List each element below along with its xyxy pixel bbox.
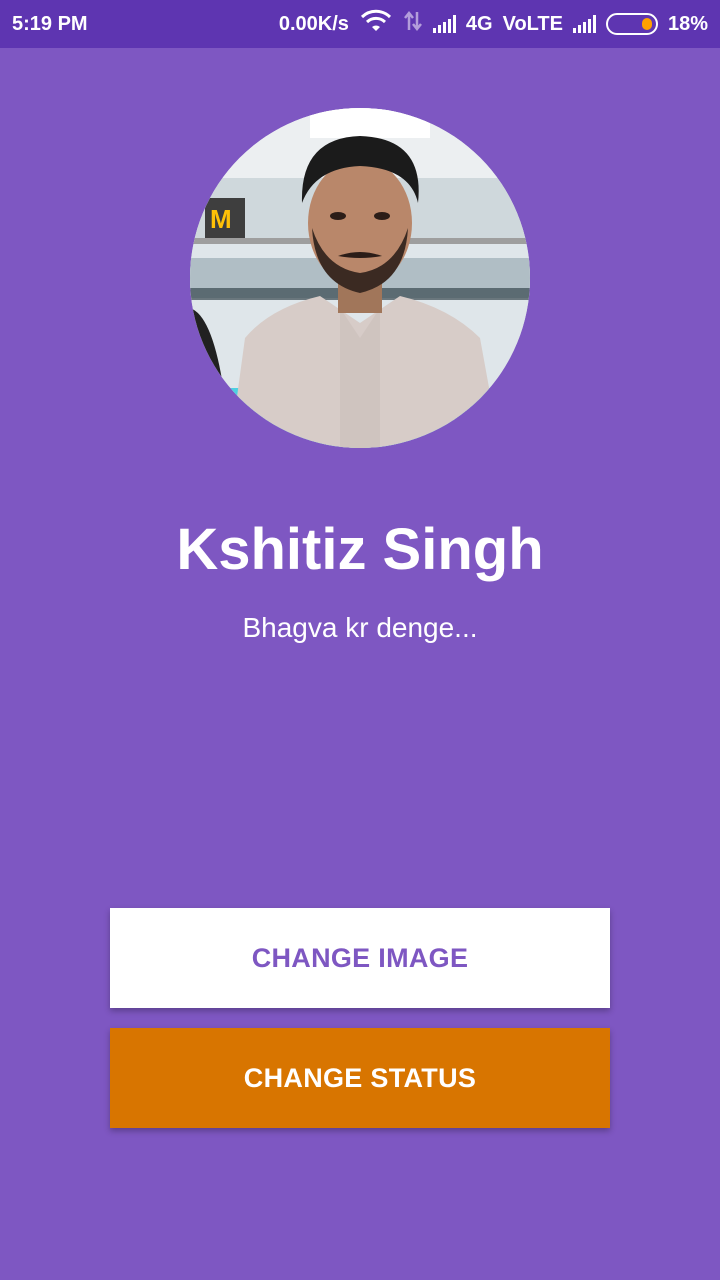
change-status-button[interactable]: CHANGE STATUS bbox=[110, 1028, 610, 1128]
status-time: 5:19 PM bbox=[12, 12, 88, 35]
change-image-button[interactable]: CHANGE IMAGE bbox=[110, 908, 610, 1008]
profile-status: Bhagva kr denge... bbox=[242, 612, 478, 643]
data-transfer-icon bbox=[403, 10, 423, 38]
wifi-icon bbox=[359, 9, 393, 39]
avatar-photo: M bbox=[190, 108, 530, 448]
battery-icon bbox=[605, 13, 658, 35]
network-type: 4G bbox=[465, 12, 493, 35]
profile-avatar: M bbox=[190, 108, 530, 448]
signal-strength-icon-2 bbox=[572, 15, 596, 33]
status-bar: 5:19 PM 0.00K/s 4G VoLTE 18% bbox=[0, 0, 720, 48]
svg-text:M: M bbox=[210, 204, 232, 234]
volte-label: VoLTE bbox=[502, 12, 563, 35]
battery-percent: 18% bbox=[667, 12, 708, 35]
status-icons: 0.00K/s 4G VoLTE 18% bbox=[279, 9, 708, 39]
profile-name: Kshitiz Singh bbox=[176, 517, 544, 582]
network-speed: 0.00K/s bbox=[278, 12, 349, 35]
signal-strength-icon bbox=[432, 15, 456, 33]
